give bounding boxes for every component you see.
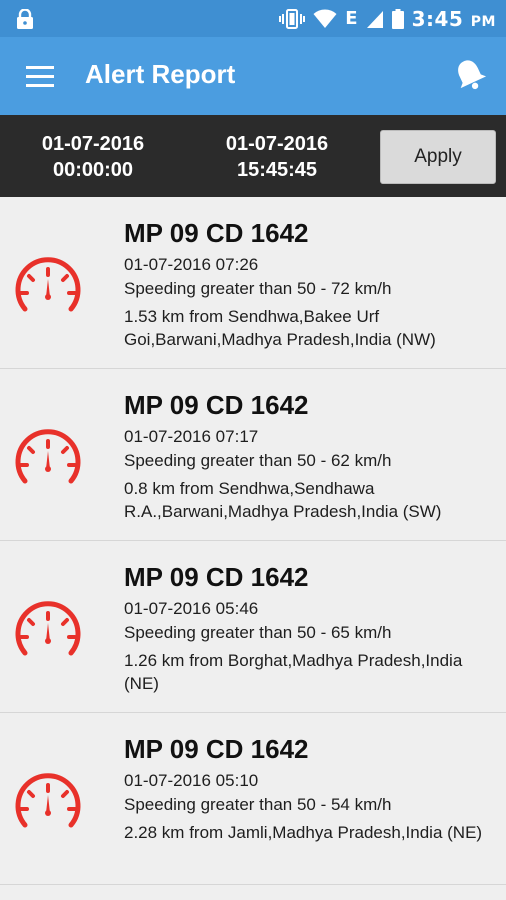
alert-datetime: 01-07-2016 07:26 <box>124 255 259 274</box>
from-datetime[interactable]: 01-07-2016 00:00:00 <box>28 131 158 183</box>
bell-icon[interactable] <box>452 57 488 93</box>
speedometer-icon <box>15 601 81 656</box>
clock: 3:45 PM <box>411 6 496 31</box>
alert-location: 0.8 km from Sendhwa,Sendhawa R.A.,Barwan… <box>124 479 442 521</box>
signal-icon <box>366 10 383 28</box>
alert-message: Speeding greater than 50 - 54 km/h <box>124 795 392 814</box>
alert-datetime: 01-07-2016 05:46 <box>124 599 259 618</box>
alert-location: 1.53 km from Sendhwa,Bakee Urf Goi,Barwa… <box>124 307 436 349</box>
to-date: 01-07-2016 <box>225 133 329 155</box>
wifi-icon <box>313 9 337 28</box>
alert-datetime: 01-07-2016 07:17 <box>124 427 259 446</box>
vehicle-number: MP 09 CD 1642 <box>124 218 309 248</box>
list-item[interactable]: MP 09 CD 1642 01-07-2016 05:46 Speeding … <box>0 541 506 713</box>
battery-icon <box>391 8 404 29</box>
list-item[interactable]: MP 09 CD 1642 01-07-2016 05:10 Speeding … <box>0 713 506 885</box>
hamburger-menu-icon[interactable] <box>26 66 54 87</box>
alert-datetime: 01-07-2016 05:10 <box>124 771 259 790</box>
lock-icon <box>17 9 33 29</box>
status-bar: E 3:45 PM <box>0 0 506 37</box>
alert-list: MP 09 CD 1642 01-07-2016 07:26 Speeding … <box>0 197 506 885</box>
from-date: 01-07-2016 <box>41 133 145 155</box>
speedometer-icon <box>15 773 81 828</box>
to-time: 15:45:45 <box>236 159 318 181</box>
list-item[interactable]: MP 09 CD 1642 01-07-2016 07:26 Speeding … <box>0 197 506 369</box>
speedometer-icon <box>15 257 81 312</box>
alert-message: Speeding greater than 50 - 72 km/h <box>124 279 392 298</box>
from-time: 00:00:00 <box>52 159 134 181</box>
list-item[interactable]: MP 09 CD 1642 01-07-2016 07:17 Speeding … <box>0 369 506 541</box>
alert-message: Speeding greater than 50 - 62 km/h <box>124 451 392 470</box>
apply-button[interactable]: Apply <box>380 130 496 184</box>
vehicle-number: MP 09 CD 1642 <box>124 562 309 592</box>
to-datetime[interactable]: 01-07-2016 15:45:45 <box>212 131 342 183</box>
alert-location: 1.26 km from Borghat,Madhya Pradesh,Indi… <box>124 651 463 693</box>
speedometer-icon <box>15 429 81 484</box>
page-title: Alert Report <box>85 59 236 89</box>
vehicle-number: MP 09 CD 1642 <box>124 734 309 764</box>
vibrate-icon <box>279 8 306 29</box>
app-bar: Alert Report <box>0 37 506 115</box>
alert-message: Speeding greater than 50 - 65 km/h <box>124 623 392 642</box>
vehicle-number: MP 09 CD 1642 <box>124 390 309 420</box>
alert-location: 2.28 km from Jamli,Madhya Pradesh,India … <box>124 823 483 842</box>
date-filter-bar: 01-07-2016 00:00:00 01-07-2016 15:45:45 … <box>0 115 506 197</box>
network-type: E <box>345 8 358 29</box>
